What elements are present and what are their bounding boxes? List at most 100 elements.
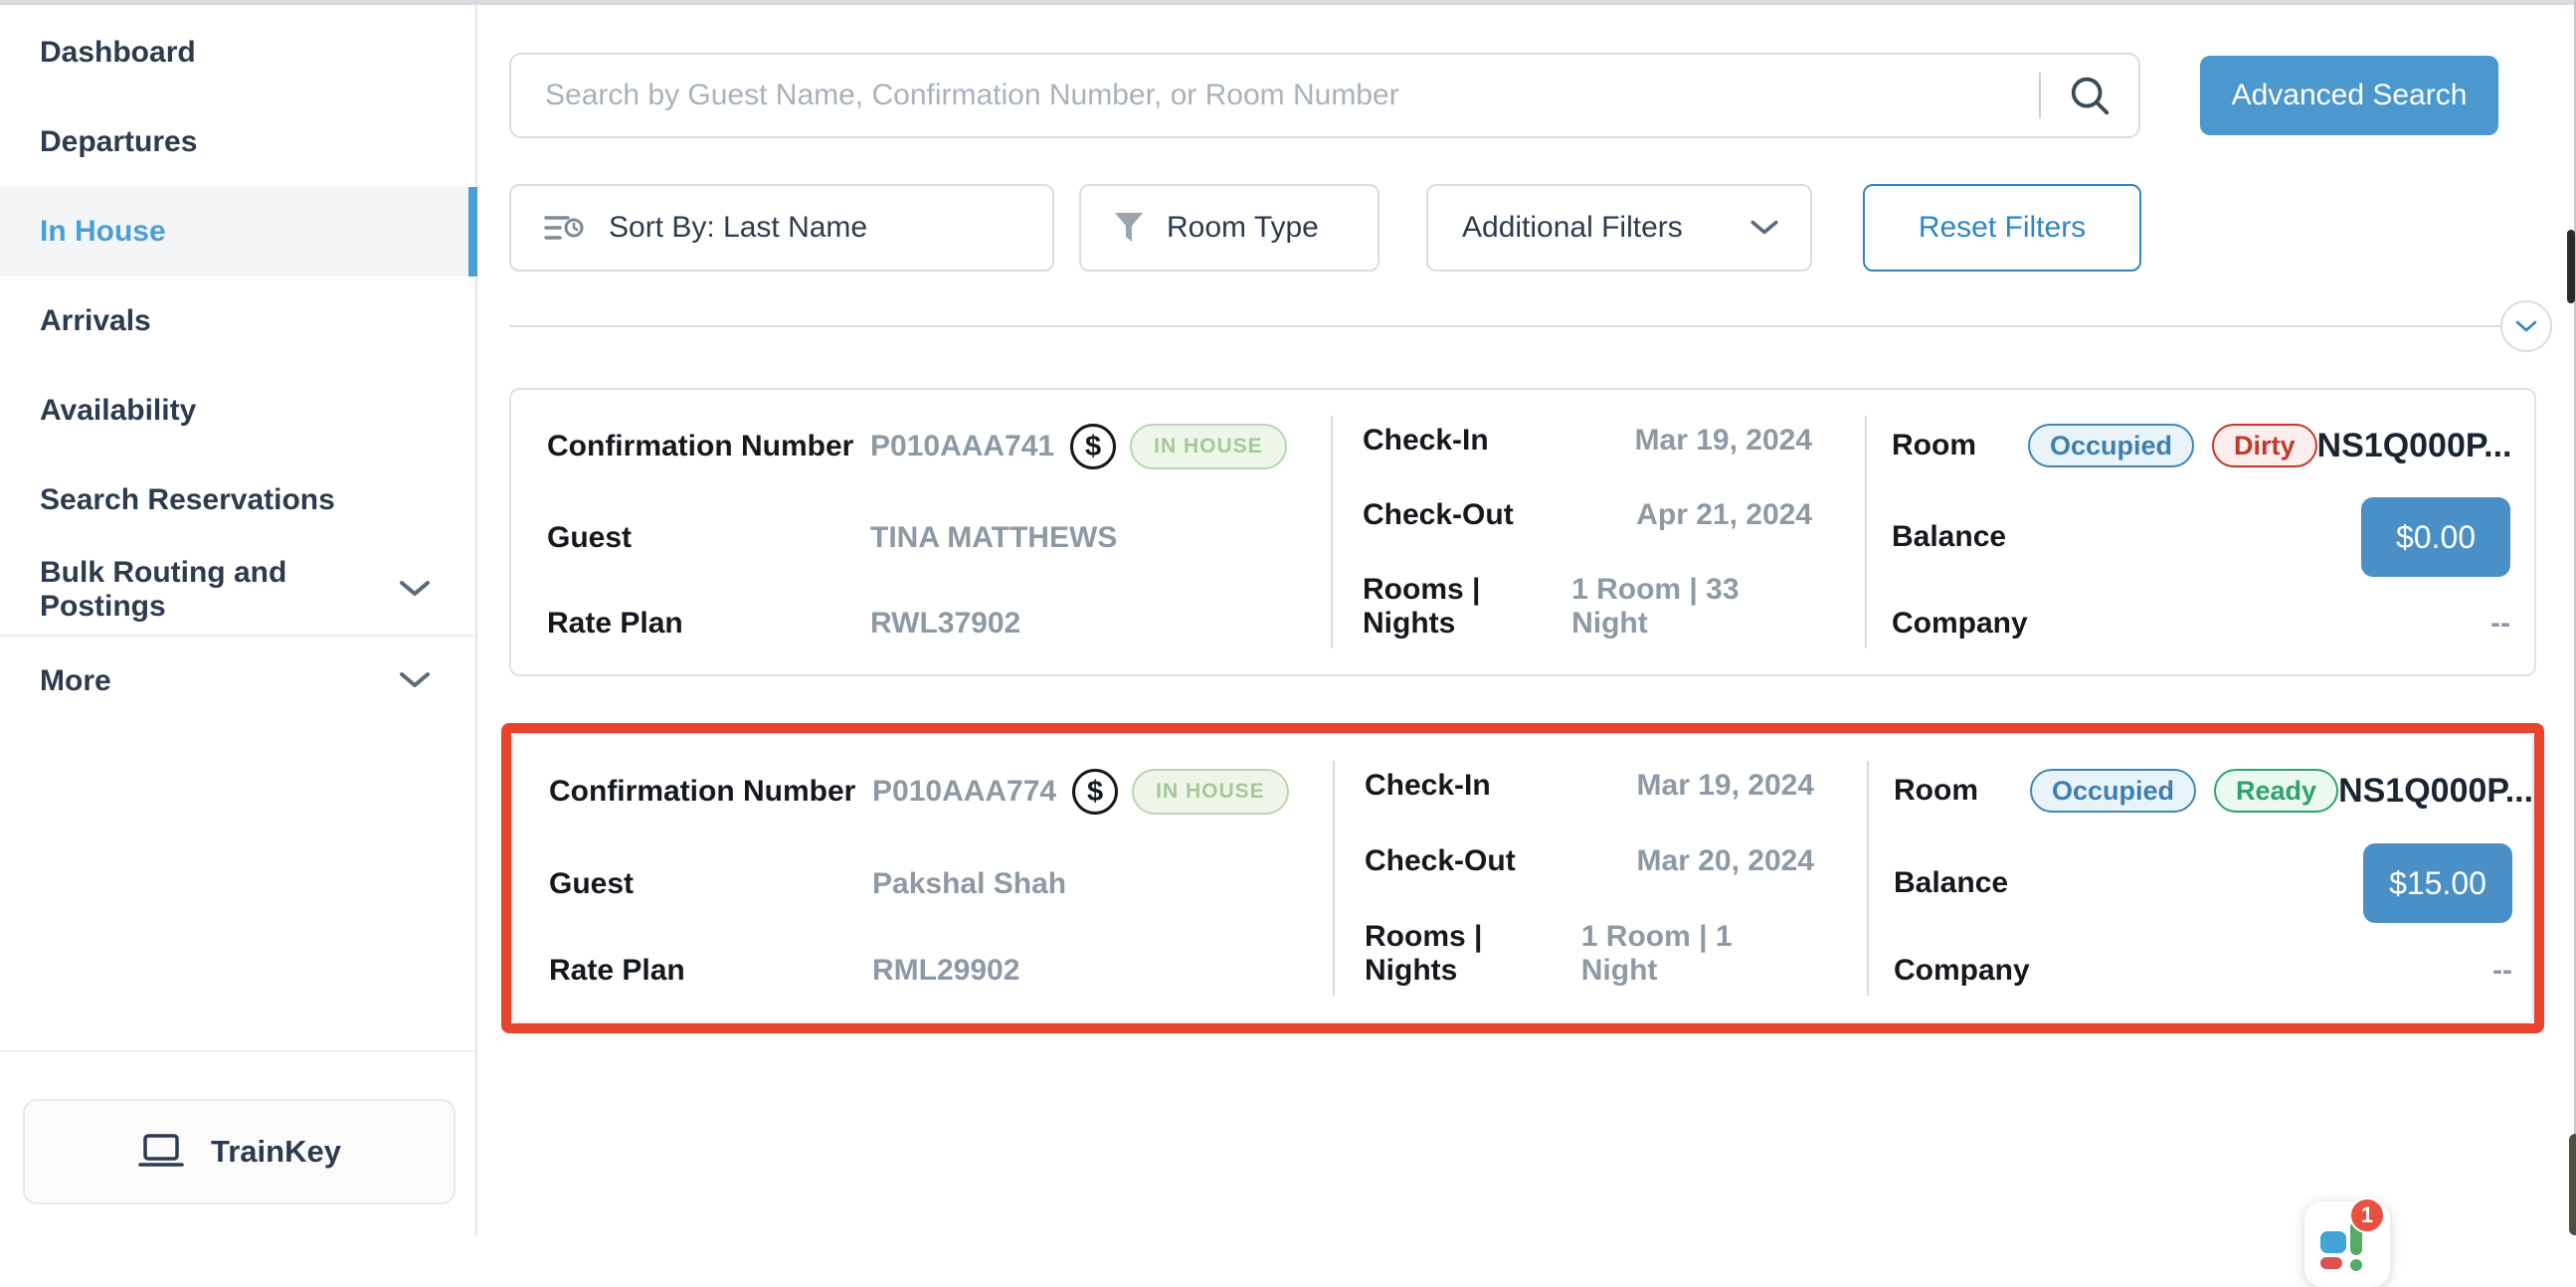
reservation-card[interactable]: Confirmation Number P010AAA774 IN HOUSE … xyxy=(511,733,2534,1023)
chevron-down-icon xyxy=(398,664,432,698)
reset-filters-button[interactable]: Reset Filters xyxy=(1863,184,2141,272)
check-in-value: Mar 19, 2024 xyxy=(1635,424,1812,458)
room-type-filter-button[interactable]: Room Type xyxy=(1079,184,1380,272)
rooms-nights-value: 1 Room | 33 Night xyxy=(1571,573,1812,641)
company-label: Company xyxy=(1892,607,2028,641)
room-status-pill-occupied: Occupied xyxy=(2028,424,2194,467)
collapse-list-button[interactable] xyxy=(2500,300,2552,352)
guest-name-value: TINA MATTHEWS xyxy=(870,521,1117,555)
reset-filters-label: Reset Filters xyxy=(1919,211,2086,245)
sidebar-item-label: Arrivals xyxy=(40,304,151,338)
card-stay-column: Check-In Mar 19, 2024 Check-Out Apr 21, … xyxy=(1363,424,1812,641)
room-type-label: Room Type xyxy=(1167,211,1319,245)
reservation-card[interactable]: Confirmation Number P010AAA741 IN HOUSE … xyxy=(509,388,2536,676)
section-divider xyxy=(509,325,2502,327)
balance-label: Balance xyxy=(1894,866,2008,900)
sidebar-item-availability[interactable]: Availability xyxy=(0,366,475,456)
sidebar-item-label: Search Reservations xyxy=(40,483,335,517)
card-column-divider xyxy=(1333,761,1335,996)
room-status-pill-ready: Ready xyxy=(2214,769,2338,813)
card-guest-column: Confirmation Number P010AAA741 IN HOUSE … xyxy=(547,424,1313,641)
additional-filters-label: Additional Filters xyxy=(1462,211,1683,245)
confirmation-number-value: P010AAA774 xyxy=(872,775,1056,809)
company-value: -- xyxy=(2490,607,2510,641)
search-divider xyxy=(2039,73,2041,118)
room-label: Room xyxy=(1892,429,1976,462)
card-room-column: Room Occupied Ready NS1Q000P... Balance … xyxy=(1894,769,2512,988)
sort-by-button[interactable]: Sort By: Last Name xyxy=(509,184,1054,272)
in-house-status-badge: IN HOUSE xyxy=(1130,424,1287,469)
additional-filters-button[interactable]: Additional Filters xyxy=(1426,184,1812,272)
sidebar-item-label: Availability xyxy=(40,394,196,428)
chevron-down-icon xyxy=(1748,211,1780,245)
sidebar-item-bulk-routing-and-postings[interactable]: Bulk Routing and Postings xyxy=(0,545,475,635)
room-label: Room xyxy=(1894,774,1978,808)
sidebar-footer-divider xyxy=(0,1050,475,1052)
check-out-value: Mar 20, 2024 xyxy=(1637,844,1814,878)
notification-badge: 1 xyxy=(2349,1197,2385,1233)
search-input[interactable] xyxy=(511,79,2039,112)
sidebar-item-search-reservations[interactable]: Search Reservations xyxy=(0,456,475,545)
sort-icon xyxy=(543,210,585,246)
guest-label: Guest xyxy=(549,867,872,901)
sidebar: Dashboard Departures In House Arrivals A… xyxy=(0,5,477,1235)
chevron-down-icon xyxy=(398,573,432,607)
card-column-divider xyxy=(1331,416,1333,648)
sidebar-item-departures[interactable]: Departures xyxy=(0,97,475,187)
sidebar-item-label: Bulk Routing and Postings xyxy=(40,556,398,624)
balance-button[interactable]: $0.00 xyxy=(2361,497,2510,577)
confirmation-number-value: P010AAA741 xyxy=(870,430,1054,463)
guest-name-value: Pakshal Shah xyxy=(872,867,1066,901)
laptop-icon xyxy=(137,1132,185,1172)
sidebar-item-label: Dashboard xyxy=(40,36,196,70)
search-box xyxy=(509,53,2140,138)
sidebar-item-label: More xyxy=(40,664,111,698)
sidebar-item-label: Departures xyxy=(40,125,197,159)
check-in-label: Check-In xyxy=(1365,769,1491,803)
folio-dollar-icon[interactable] xyxy=(1072,769,1118,815)
rate-plan-value: RWL37902 xyxy=(870,607,1020,641)
sidebar-item-dashboard[interactable]: Dashboard xyxy=(0,8,475,97)
card-guest-column: Confirmation Number P010AAA774 IN HOUSE … xyxy=(549,769,1315,988)
sidebar-item-more[interactable]: More xyxy=(0,637,475,726)
trainkey-button[interactable]: TrainKey xyxy=(23,1099,456,1204)
room-number-value: NS1Q000P... xyxy=(2338,772,2533,811)
check-out-label: Check-Out xyxy=(1365,844,1516,878)
balance-button[interactable]: $15.00 xyxy=(2363,843,2512,923)
room-number-value: NS1Q000P... xyxy=(2317,427,2512,465)
card-stay-column: Check-In Mar 19, 2024 Check-Out Mar 20, … xyxy=(1365,769,1814,988)
card-room-column: Room Occupied Dirty NS1Q000P... Balance … xyxy=(1892,424,2510,641)
confirmation-number-label: Confirmation Number xyxy=(549,775,872,809)
sort-by-label: Sort By: Last Name xyxy=(609,211,867,245)
rate-plan-label: Rate Plan xyxy=(549,954,872,988)
rate-plan-value: RML29902 xyxy=(872,954,1019,988)
rooms-nights-label: Rooms | Nights xyxy=(1365,920,1581,988)
balance-label: Balance xyxy=(1892,520,2006,554)
window-corner-shadow xyxy=(2569,1134,2576,1235)
confirmation-number-label: Confirmation Number xyxy=(547,430,870,463)
check-in-label: Check-In xyxy=(1363,424,1489,458)
folio-dollar-icon[interactable] xyxy=(1070,424,1116,469)
rate-plan-label: Rate Plan xyxy=(547,607,870,641)
funnel-icon xyxy=(1113,211,1145,245)
chevron-down-icon xyxy=(2515,320,2537,333)
sidebar-nav: Dashboard Departures In House Arrivals A… xyxy=(0,8,475,726)
trainkey-label: TrainKey xyxy=(211,1134,341,1170)
sidebar-item-arrivals[interactable]: Arrivals xyxy=(0,276,475,366)
company-value: -- xyxy=(2492,954,2512,988)
rooms-nights-value: 1 Room | 1 Night xyxy=(1581,920,1814,988)
sidebar-item-in-house[interactable]: In House xyxy=(0,187,475,276)
advanced-search-button[interactable]: Advanced Search xyxy=(2200,56,2498,135)
check-in-value: Mar 19, 2024 xyxy=(1637,769,1814,803)
sidebar-item-label: In House xyxy=(40,215,166,249)
room-status-pill-occupied: Occupied xyxy=(2030,769,2196,813)
rooms-nights-label: Rooms | Nights xyxy=(1363,573,1571,641)
in-house-status-badge: IN HOUSE xyxy=(1132,769,1289,815)
search-icon[interactable] xyxy=(2067,73,2113,118)
scrollbar-thumb[interactable] xyxy=(2567,230,2575,303)
guest-label: Guest xyxy=(547,521,870,555)
check-out-label: Check-Out xyxy=(1363,498,1514,532)
highlighted-reservation-outline: Confirmation Number P010AAA774 IN HOUSE … xyxy=(501,723,2544,1033)
card-column-divider xyxy=(1867,761,1869,996)
room-status-pill-dirty: Dirty xyxy=(2212,424,2317,467)
